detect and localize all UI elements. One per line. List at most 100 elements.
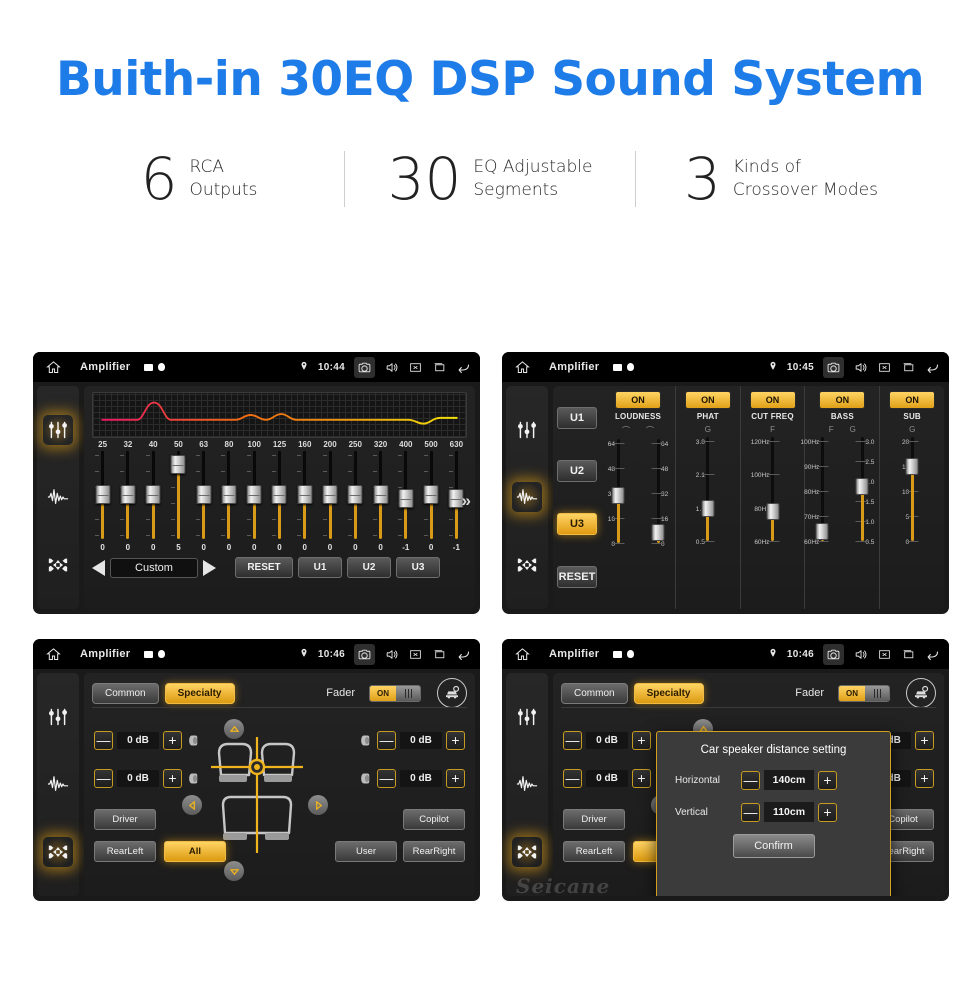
crossover-slider-thumb[interactable] — [701, 500, 715, 517]
eq-slider[interactable] — [90, 451, 115, 541]
back-arrow-icon[interactable] — [456, 360, 471, 375]
nav-right-button[interactable] — [308, 795, 328, 815]
preset-button-u3[interactable]: U3 — [557, 512, 597, 535]
eq-slider-thumb[interactable] — [196, 485, 212, 504]
back-arrow-icon[interactable] — [456, 647, 471, 662]
eq-slider-thumb[interactable] — [347, 485, 363, 504]
nav-left-button[interactable] — [182, 795, 202, 815]
home-icon[interactable] — [42, 360, 64, 375]
increase-button[interactable]: + — [446, 769, 465, 788]
seat-button-rearleft[interactable]: RearLeft — [563, 841, 625, 862]
eq-slider-thumb[interactable] — [170, 455, 186, 474]
eq-slider-thumb[interactable] — [271, 485, 287, 504]
camera-icon[interactable] — [823, 643, 844, 665]
increase-button[interactable]: + — [632, 731, 651, 750]
eq-slider[interactable] — [418, 451, 443, 541]
nav-down-button[interactable] — [224, 861, 244, 881]
on-toggle-button[interactable]: ON — [749, 391, 796, 409]
volume-icon[interactable] — [384, 647, 399, 662]
sidebar-balance-icon[interactable] — [43, 550, 73, 580]
sidebar-balance-icon[interactable] — [512, 550, 542, 580]
tab-specialty[interactable]: Specialty — [164, 682, 235, 704]
eq-slider[interactable] — [343, 451, 368, 541]
back-arrow-icon[interactable] — [925, 360, 940, 375]
crossover-slider[interactable]: 3.0 2.1 1.3 0.5 — [691, 437, 725, 546]
eq-slider[interactable] — [191, 451, 216, 541]
sidebar-equalizer-icon[interactable] — [43, 414, 73, 445]
eq-slider-thumb[interactable] — [322, 485, 338, 504]
eq-slider[interactable] — [216, 451, 241, 541]
crossover-slider[interactable]: 120Hz 100Hz 80Hz 60Hz — [751, 437, 790, 546]
eq-slider[interactable] — [267, 451, 292, 541]
back-arrow-icon[interactable] — [925, 647, 940, 662]
seat-button-driver[interactable]: Driver — [563, 809, 625, 830]
preset-name[interactable]: Custom — [110, 557, 198, 578]
seat-button-driver[interactable]: Driver — [94, 809, 156, 830]
eq-slider-thumb[interactable] — [95, 485, 111, 504]
eq-slider-thumb[interactable] — [120, 485, 136, 504]
sidebar-equalizer-icon[interactable] — [43, 702, 73, 732]
windows-icon[interactable] — [432, 647, 447, 662]
eq-slider[interactable] — [292, 451, 317, 541]
seat-button-copilot[interactable]: Copilot — [403, 809, 465, 830]
crossover-slider-thumb[interactable] — [905, 458, 919, 475]
car-settings-icon[interactable] — [437, 678, 467, 708]
camera-icon[interactable] — [823, 356, 844, 378]
increase-button[interactable]: + — [632, 769, 651, 788]
on-toggle-button[interactable]: ON — [684, 391, 731, 409]
confirm-button[interactable]: Confirm — [732, 834, 815, 858]
increase-button[interactable]: + — [446, 731, 465, 750]
eq-slider[interactable] — [242, 451, 267, 541]
eq-slider-thumb[interactable] — [373, 485, 389, 504]
eq-slider-thumb[interactable] — [221, 485, 237, 504]
tab-common[interactable]: Common — [92, 682, 159, 704]
increase-button[interactable]: + — [915, 731, 934, 750]
chevron-right-icon[interactable]: » — [462, 491, 471, 511]
eq-slider[interactable] — [166, 451, 191, 541]
crossover-slider[interactable]: 644832160 — [641, 439, 675, 548]
sidebar-waveform-icon[interactable] — [512, 482, 542, 513]
user-preset-button-u1[interactable]: U1 — [298, 557, 342, 578]
eq-slider[interactable] — [368, 451, 393, 541]
preset-button-reset[interactable]: RESET — [557, 565, 597, 588]
toggle-grip[interactable] — [865, 685, 889, 701]
crossover-slider-thumb[interactable] — [815, 523, 829, 540]
seat-button-rearright[interactable]: RearRight — [403, 841, 465, 862]
toggle-grip[interactable] — [396, 685, 420, 701]
seat-button-user[interactable]: User — [335, 841, 397, 862]
on-toggle-button[interactable]: ON — [889, 391, 936, 409]
increase-button[interactable]: + — [163, 731, 182, 750]
volume-icon[interactable] — [853, 360, 868, 375]
home-icon[interactable] — [42, 647, 64, 662]
crossover-slider[interactable]: 100Hz 90Hz 80Hz 70Hz 60Hz — [801, 437, 839, 546]
increase-button[interactable]: + — [915, 769, 934, 788]
sidebar-equalizer-icon[interactable] — [512, 415, 542, 445]
eq-slider[interactable] — [317, 451, 342, 541]
user-preset-button-u2[interactable]: U2 — [347, 557, 391, 578]
eq-slider-thumb[interactable] — [246, 485, 262, 504]
decrease-button[interactable]: — — [94, 731, 113, 750]
sidebar-waveform-icon[interactable] — [43, 769, 73, 799]
volume-icon[interactable] — [853, 647, 868, 662]
dialog-increase-button[interactable]: + — [818, 770, 837, 790]
preset-button-u1[interactable]: U1 — [557, 407, 597, 430]
eq-slider[interactable] — [115, 451, 140, 541]
windows-icon[interactable] — [901, 360, 916, 375]
fader-toggle[interactable]: ON — [369, 684, 421, 702]
eq-slider-thumb[interactable] — [398, 489, 414, 508]
car-settings-icon[interactable] — [906, 678, 936, 708]
eq-slider-thumb[interactable] — [423, 485, 439, 504]
crossover-slider-thumb[interactable] — [651, 524, 665, 541]
dialog-decrease-button[interactable]: — — [741, 770, 760, 790]
volume-icon[interactable] — [384, 360, 399, 375]
reset-button[interactable]: RESET — [235, 557, 293, 578]
eq-slider-thumb[interactable] — [145, 485, 161, 504]
crossover-slider[interactable]: 20151050 — [895, 437, 929, 546]
dialog-decrease-button[interactable]: — — [741, 802, 760, 822]
crossover-slider-thumb[interactable] — [766, 503, 779, 520]
home-icon[interactable] — [511, 360, 533, 375]
close-box-icon[interactable] — [877, 360, 892, 375]
home-icon[interactable] — [511, 647, 533, 662]
sidebar-equalizer-icon[interactable] — [512, 702, 542, 732]
eq-slider-thumb[interactable] — [297, 485, 313, 504]
